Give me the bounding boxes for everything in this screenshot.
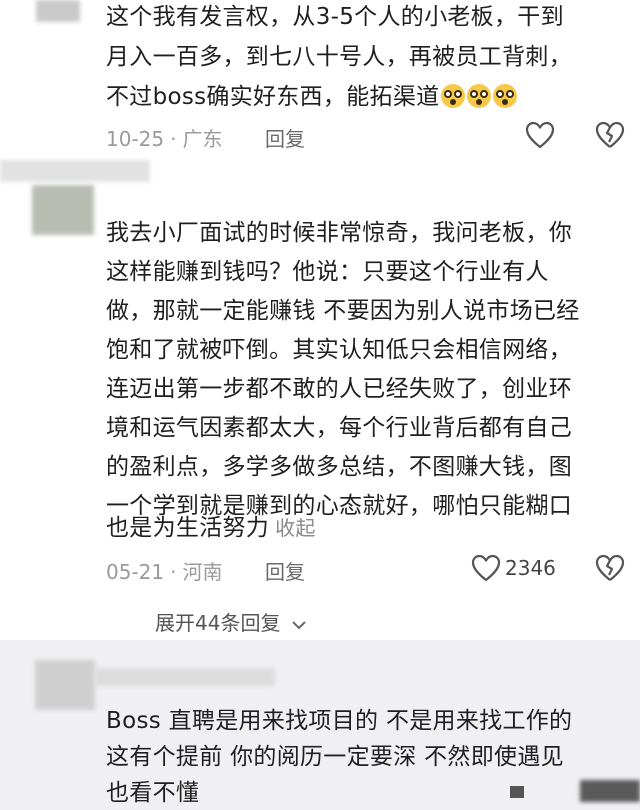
comment-line: 这个我有发言权，从3-5个人的小老板，干到 (106, 4, 564, 30)
expand-replies-button[interactable]: 展开44条回复 (155, 607, 307, 636)
comment-line: 做，那就一定能赚钱 不要因为别人说市场已经 (106, 298, 580, 324)
like-count: 2346 (505, 556, 556, 580)
avatar[interactable] (35, 660, 95, 710)
watermark (580, 780, 640, 802)
comment-line: Boss 直聘是用来找项目的 不是用来找工作的 (106, 708, 573, 734)
emoji-dizzy-icon (441, 84, 466, 108)
reply-button[interactable]: 回复 (265, 556, 305, 585)
comment-line: 饱和了就被吓倒。其实认知低只会相信网络， (106, 337, 572, 363)
comment-line: 我去小厂面试的时候非常惊奇，我问老板，你 (106, 220, 572, 246)
emoji-dizzy-icon (467, 84, 492, 108)
broken-heart-icon[interactable] (594, 553, 626, 583)
expand-replies-label: 展开44条回复 (155, 611, 281, 635)
comment-line: 境和运气因素都太大，每个行业背后都有自己 (106, 415, 572, 441)
avatar[interactable] (32, 185, 94, 235)
comment-meta: 05-21 · 河南 (106, 560, 223, 584)
comment-line: 也看不懂 (106, 780, 200, 806)
comment-line: 的盈利点，多学多做多总结，不图赚大钱，图 (106, 454, 572, 480)
chevron-down-icon (292, 620, 306, 629)
comment-date: 05-21 (106, 560, 165, 584)
emoji-dizzy-icon (493, 84, 518, 108)
broken-heart-icon[interactable] (594, 120, 626, 150)
heart-outline-icon[interactable] (524, 120, 556, 150)
watermark-mark (510, 786, 524, 798)
username[interactable] (0, 160, 150, 182)
comment-line-text: 不过boss确实好东西，能拓渠道 (106, 84, 440, 110)
reply-button[interactable]: 回复 (265, 123, 305, 152)
username[interactable] (95, 668, 275, 686)
comment-line: 月入一百多，到七八十号人，再被员工背刺， (106, 44, 572, 70)
comment-line: 这有个提前 你的阅历一定要深 不然即使遇见 (106, 744, 564, 770)
comment-location: 广东 (182, 127, 223, 151)
comment-meta: 10-25 · 广东 (106, 127, 223, 151)
comment-line: 不过boss确实好东西，能拓渠道 (106, 80, 518, 114)
comment-date: 10-25 (106, 127, 165, 151)
heart-outline-icon[interactable] (470, 553, 502, 583)
collapse-link[interactable]: 收起 (275, 516, 316, 540)
comment-line: 这样能赚到钱吗？他说：只要这个行业有人 (106, 259, 549, 285)
avatar[interactable] (36, 0, 80, 22)
comment-line-text: 也是为生活努力 (106, 515, 270, 541)
comment-line: 也是为生活努力 收起 (106, 511, 316, 545)
comment-location: 河南 (182, 560, 223, 584)
comment-line: 连迈出第一步都不敢的人已经失败了，创业环 (106, 376, 572, 402)
